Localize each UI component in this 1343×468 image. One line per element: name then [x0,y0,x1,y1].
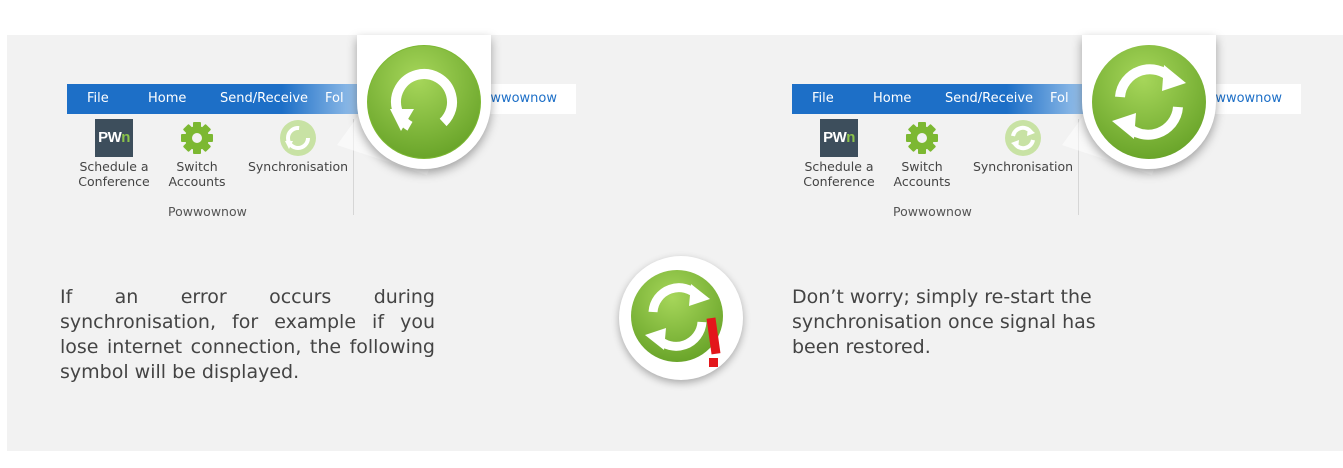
powwownow-logo-icon: PWn [95,119,133,157]
logo-text: PW [98,129,122,146]
logo-text: PW [823,129,847,146]
button-label: Accounts [168,174,226,189]
tab-home[interactable]: Home [873,84,911,114]
content-panel: File Home Send/Receive Fol Powwownow PWn… [7,35,1343,451]
sync-error-icon [619,256,743,380]
button-label: Accounts [893,174,951,189]
button-label: Conference [78,174,150,189]
sync-icon [279,119,317,157]
schedule-conference-button[interactable]: PWn Schedule a Conference [74,119,154,189]
button-label: Schedule a [804,159,874,174]
magnifier-zoom [357,35,491,169]
ribbon-group-label: Powwownow [893,204,972,219]
tab-send-receive[interactable]: Send/Receive [220,84,308,114]
gear-icon [178,119,216,157]
button-label: Conference [803,174,875,189]
restart-instruction-text: Don’t worry; simply re-start the synchro… [792,286,1096,358]
ribbon-group-label: Powwownow [168,204,247,219]
powwownow-logo-icon: PWn [820,119,858,157]
sync-in-progress-icon [1004,119,1042,157]
magnifier-zoom [1082,35,1216,169]
tab-file[interactable]: File [87,84,109,114]
button-label: Schedule a [79,159,149,174]
button-label: Switch [901,159,943,174]
logo-accent: n [846,129,855,146]
tab-home[interactable]: Home [148,84,186,114]
gear-icon [903,119,941,157]
tab-file[interactable]: File [812,84,834,114]
tab-send-receive[interactable]: Send/Receive [945,84,1033,114]
error-explanation-text: If an error occurs during synchronisatio… [60,286,435,383]
logo-accent: n [121,129,130,146]
switch-accounts-button[interactable]: Switch Accounts [167,119,227,189]
schedule-conference-button[interactable]: PWn Schedule a Conference [799,119,879,189]
switch-accounts-button[interactable]: Switch Accounts [892,119,952,189]
button-label: Switch [176,159,218,174]
